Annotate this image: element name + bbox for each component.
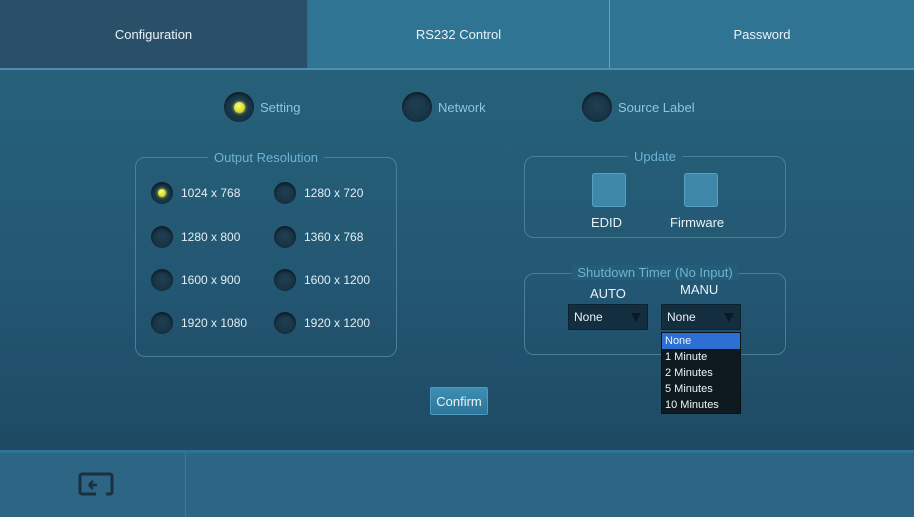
auto-shutdown-select[interactable]: None: [568, 304, 648, 330]
firmware-update-button[interactable]: [684, 173, 718, 207]
resolution-radio[interactable]: [151, 226, 173, 248]
resolution-radio[interactable]: [274, 226, 296, 248]
footer-separator: [185, 453, 186, 517]
confirm-button[interactable]: Confirm: [430, 387, 488, 415]
selected-dot-icon: [158, 189, 166, 197]
resolution-option-1600x1200[interactable]: 1600 x 1200: [274, 269, 370, 291]
resolution-label: 1024 x 768: [181, 186, 241, 200]
output-resolution-title: Output Resolution: [207, 150, 325, 165]
resolution-label: 1280 x 800: [181, 230, 241, 244]
tab-rs232-control[interactable]: RS232 Control: [308, 0, 610, 68]
footer-bar: [0, 453, 914, 517]
dropdown-option-10-minutes[interactable]: 10 Minutes: [662, 397, 740, 413]
network-radio[interactable]: [402, 92, 432, 122]
resolution-option-1920x1200[interactable]: 1920 x 1200: [274, 312, 370, 334]
firmware-label: Firmware: [670, 215, 725, 230]
edid-update-button[interactable]: [592, 173, 626, 207]
auto-label: AUTO: [590, 286, 626, 301]
dropdown-option-none[interactable]: None: [662, 333, 740, 349]
tab-configuration[interactable]: Configuration: [0, 0, 308, 68]
auto-select-value: None: [574, 310, 603, 324]
resolution-radio[interactable]: [151, 269, 173, 291]
update-title: Update: [628, 149, 682, 164]
subtab-source-label-label: Source Label: [618, 99, 695, 115]
manu-shutdown-select[interactable]: None: [661, 304, 741, 330]
shutdown-timer-title: Shutdown Timer (No Input): [571, 265, 739, 280]
subtab-network[interactable]: Network: [402, 92, 486, 122]
return-icon[interactable]: [78, 472, 114, 498]
resolution-option-1280x800[interactable]: 1280 x 800: [151, 226, 240, 248]
resolution-option-1600x900[interactable]: 1600 x 900: [151, 269, 240, 291]
tab-password[interactable]: Password: [610, 0, 914, 68]
resolution-radio[interactable]: [274, 182, 296, 204]
resolution-option-1920x1080[interactable]: 1920 x 1080: [151, 312, 247, 334]
resolution-radio[interactable]: [274, 269, 296, 291]
resolution-option-1024x768[interactable]: 1024 x 768: [151, 182, 240, 204]
edid-label: EDID: [591, 215, 623, 230]
dropdown-option-5-minutes[interactable]: 5 Minutes: [662, 381, 740, 397]
subtab-source-label[interactable]: Source Label: [582, 92, 695, 122]
resolution-label: 1920 x 1200: [304, 316, 371, 330]
resolution-label: 1600 x 900: [181, 273, 241, 287]
resolution-label: 1600 x 1200: [304, 273, 371, 287]
resolution-label: 1920 x 1080: [181, 316, 248, 330]
dropdown-arrow-icon: [631, 312, 641, 322]
shutdown-timer-group: Shutdown Timer (No Input): [524, 265, 786, 355]
update-group: Update: [524, 149, 786, 238]
resolution-label: 1280 x 720: [304, 186, 364, 200]
resolution-radio[interactable]: [151, 312, 173, 334]
manu-label: MANU: [680, 282, 719, 297]
manu-dropdown-list: None 1 Minute 2 Minutes 5 Minutes 10 Min…: [661, 332, 741, 414]
top-tab-bar: Configuration RS232 Control Password: [0, 0, 914, 68]
resolution-option-1360x768[interactable]: 1360 x 768: [274, 226, 363, 248]
selected-dot-icon: [233, 101, 245, 113]
dropdown-arrow-icon: [724, 312, 734, 322]
resolution-radio[interactable]: [274, 312, 296, 334]
dropdown-option-2-minutes[interactable]: 2 Minutes: [662, 365, 740, 381]
resolution-radio[interactable]: [151, 182, 173, 204]
resolution-label: 1360 x 768: [304, 230, 364, 244]
manu-select-value: None: [667, 310, 696, 324]
dropdown-option-1-minute[interactable]: 1 Minute: [662, 349, 740, 365]
resolution-option-1280x720[interactable]: 1280 x 720: [274, 182, 363, 204]
subtab-setting[interactable]: Setting: [224, 92, 300, 122]
subtab-setting-label: Setting: [260, 99, 301, 115]
source-label-radio[interactable]: [582, 92, 612, 122]
subtab-network-label: Network: [438, 99, 486, 115]
setting-radio[interactable]: [224, 92, 254, 122]
